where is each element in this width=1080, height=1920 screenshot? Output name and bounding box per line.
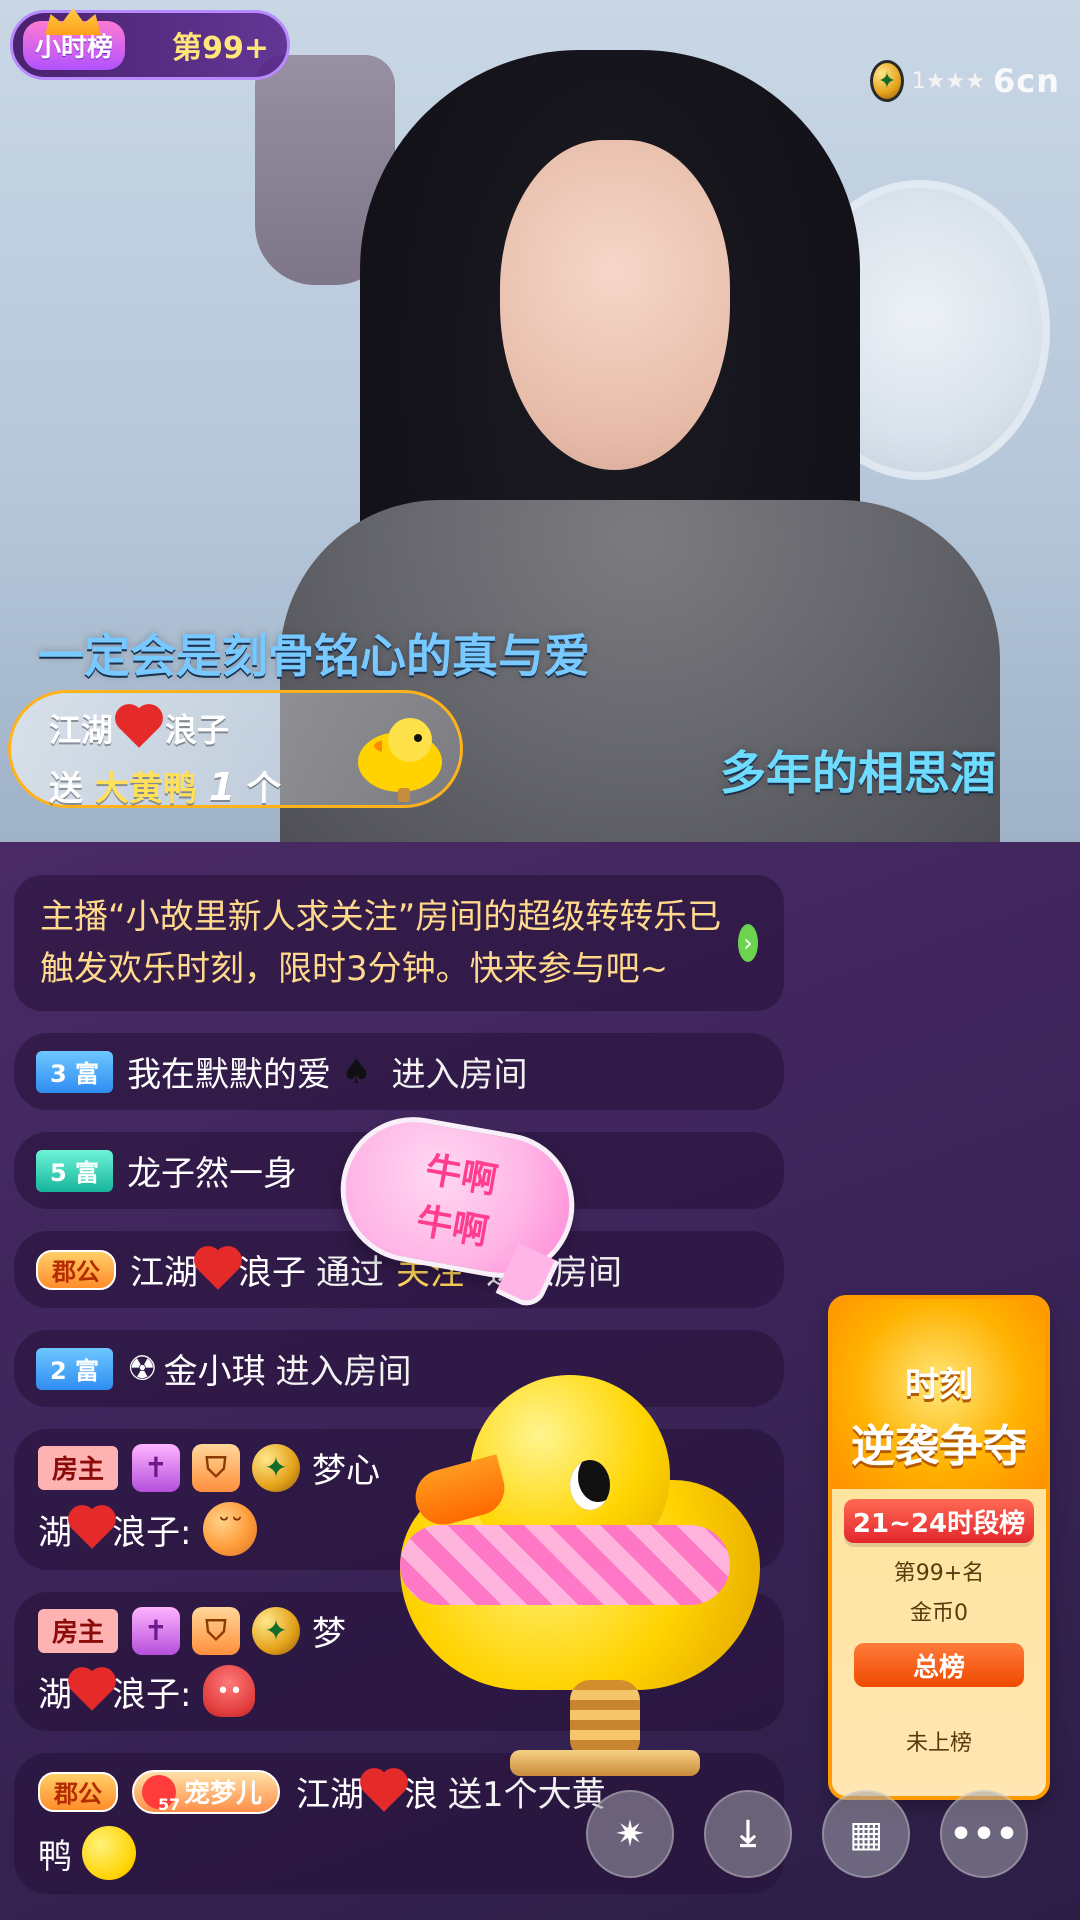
noble-badge: 郡公 [36, 1249, 116, 1290]
download-icon: ⤓ [740, 1813, 756, 1854]
event-stats: 第99+名 金币0 [832, 1555, 1046, 1627]
star-level: 1★★★ [911, 68, 985, 94]
chat-target-left: 湖 [38, 1512, 72, 1553]
event-status: 未上榜 [905, 1731, 972, 1756]
star-badge-icon: ✦ [252, 1443, 301, 1492]
top-right-info: ✦ 1★★★ 6cn [870, 58, 1060, 104]
heart-icon [119, 708, 159, 748]
gift-user-left: 江湖 [49, 711, 114, 749]
chat-action: 进入房间 [391, 1055, 528, 1095]
lyric-line-1: 一定会是刻骨铭心的真与爱 [38, 629, 590, 683]
radiation-icon: ☢ [127, 1348, 158, 1389]
sparkle-button[interactable]: ✷ [586, 1790, 674, 1878]
duck-gift-icon [358, 718, 442, 802]
gift-name: 大黄鸭 [94, 769, 197, 809]
wealth-level-badge: 3 富 [36, 1050, 114, 1093]
chat-username-left[interactable]: 江湖 [296, 1767, 364, 1816]
gift-send-prefix: 送 [49, 769, 83, 809]
chat-target-right: 浪子: [112, 1512, 192, 1553]
gift-animation-duck [360, 1320, 810, 1780]
noble-badge: 郡公 [38, 1771, 118, 1812]
event-period: 21~24时段榜 [844, 1499, 1034, 1543]
heart-icon [198, 1249, 238, 1290]
duck-spring [570, 1680, 640, 1760]
more-icon: ••• [949, 1813, 1019, 1855]
live-video: 小时榜 第99+ ✦ 1★★★ 6cn 一定会是刻骨铭心的真与爱 多年的相思酒 … [0, 0, 1080, 842]
chat-username[interactable]: 龙子然一身 [127, 1146, 297, 1195]
shield-badge-icon: ⛉ [192, 1443, 241, 1492]
event-rank: 第99+名 [893, 1561, 985, 1586]
owner-badge: 房主 [38, 1445, 119, 1490]
event-header: 时刻 逆袭争夺 [832, 1299, 1046, 1489]
more-button[interactable]: ••• [940, 1790, 1028, 1878]
owner-badge: 房主 [38, 1608, 119, 1653]
star-badge-icon: ✦ [252, 1606, 301, 1655]
heart-icon [72, 1509, 112, 1549]
ghost-emoji-icon: •• [203, 1665, 256, 1717]
hour-rank-pill[interactable]: 小时榜 第99+ [10, 8, 290, 80]
chat-username-left[interactable]: 江湖 [130, 1245, 198, 1294]
shield-badge-icon: ⛉ [192, 1606, 241, 1655]
gift-user-right: 浪子 [165, 711, 230, 749]
cross-badge-icon: ✝ [132, 1443, 181, 1492]
streamer-face [500, 140, 730, 470]
system-message-text: 主播“小故里新人求关注”房间的超级转转乐已触发欢乐时刻，限时3分钟。快来参与吧~ [40, 897, 722, 989]
chat-username[interactable]: 我在默默的爱 [127, 1047, 331, 1096]
event-title-2: 逆袭争夺 [851, 1421, 1027, 1472]
brand-logo: 6cn [992, 62, 1060, 100]
total-rank-button[interactable]: 总榜 [854, 1643, 1024, 1687]
sparkle-icon: ✷ [614, 1813, 646, 1855]
chat-message-row-1: 房主 ✝ ⛉ ✦ 梦 [38, 1606, 346, 1655]
chat-target-right: 浪子: [112, 1674, 192, 1715]
duck-base [510, 1750, 700, 1776]
grid-button[interactable]: ▦ [822, 1790, 910, 1878]
chevron-right-icon[interactable]: › [738, 924, 758, 962]
heart-icon [72, 1671, 112, 1711]
grid-icon: ▦ [848, 1813, 883, 1855]
spade-icon: ♠ [341, 1051, 372, 1092]
chat-target-left: 湖 [38, 1674, 72, 1715]
emoji-face-icon: ˘˘ [203, 1502, 258, 1556]
chat-item: 3 富 我在默默的爱 ♠ 进入房间 [14, 1033, 784, 1110]
duck-scarf [400, 1525, 730, 1605]
gift-unit: 个 [246, 769, 281, 809]
star-badge-icon: ✦ [870, 60, 904, 102]
pet-level: 57 [158, 1794, 181, 1814]
event-coins: 金币0 [910, 1601, 968, 1626]
chat-username[interactable]: 梦 [312, 1606, 346, 1655]
duck-eye [570, 1460, 610, 1510]
event-panel[interactable]: 时刻 逆袭争夺 21~24时段榜 第99+名 金币0 总榜 未上榜 [828, 1295, 1050, 1800]
crown-icon [45, 8, 101, 35]
lyric-line-2: 多年的相思酒 [720, 746, 996, 800]
chat-gift-text-2: 鸭 [38, 1836, 72, 1877]
pet-badge: 57 宠梦儿 [132, 1769, 281, 1814]
pet-heart-icon: 57 [142, 1774, 180, 1814]
cross-badge-icon: ✝ [132, 1606, 181, 1655]
chat-via: 通过 [316, 1253, 384, 1293]
wealth-level-badge: 5 富 [36, 1149, 114, 1192]
chat-username[interactable]: 金小琪 [164, 1344, 266, 1393]
duck-gift-icon [82, 1826, 136, 1880]
hour-rank-value: 第99+ [172, 31, 269, 66]
download-button[interactable]: ⤓ [704, 1790, 792, 1878]
chat-message-row-1: 房主 ✝ ⛉ ✦ 梦心 [38, 1443, 380, 1492]
chat-username-right[interactable]: 浪子 [238, 1245, 306, 1294]
system-message: 主播“小故里新人求关注”房间的超级转转乐已触发欢乐时刻，限时3分钟。快来参与吧~… [14, 875, 784, 1011]
gift-count: 1 [208, 765, 236, 809]
wealth-level-badge: 2 富 [36, 1347, 114, 1390]
sticker-line-2: 牛啊 [413, 1200, 492, 1253]
chat-message-row-2: 湖 浪子: •• [38, 1665, 256, 1717]
event-title-1: 时刻 [905, 1365, 973, 1405]
pet-name: 宠梦儿 [184, 1779, 263, 1809]
chat-gift-row-2: 鸭 [38, 1826, 136, 1880]
chat-message-row-2: 湖 浪子: ˘˘ [38, 1502, 258, 1556]
